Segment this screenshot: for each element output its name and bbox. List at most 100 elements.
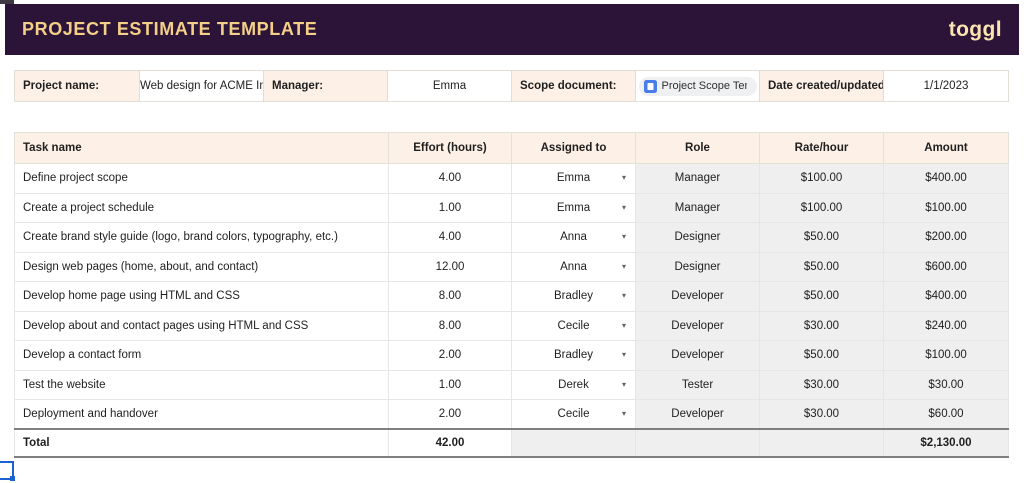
chevron-down-icon[interactable]: ▾ bbox=[622, 351, 626, 359]
chevron-down-icon[interactable]: ▾ bbox=[622, 322, 626, 330]
chevron-down-icon[interactable]: ▾ bbox=[622, 204, 626, 212]
rate-cell[interactable]: $30.00 bbox=[760, 311, 884, 341]
task-name-cell[interactable]: Develop a contact form bbox=[15, 341, 389, 371]
assignee-name: Anna bbox=[560, 231, 587, 243]
column-header-amount: Amount bbox=[884, 133, 1009, 164]
role-cell[interactable]: Developer bbox=[636, 400, 760, 430]
rate-cell[interactable]: $50.00 bbox=[760, 282, 884, 312]
task-name-cell[interactable]: Design web pages (home, about, and conta… bbox=[15, 252, 389, 282]
chevron-down-icon[interactable]: ▾ bbox=[622, 381, 626, 389]
table-row: Test the website 1.00 Derek ▾ Tester $30… bbox=[15, 370, 1009, 400]
rate-cell[interactable]: $50.00 bbox=[760, 341, 884, 371]
amount-cell[interactable]: $400.00 bbox=[884, 282, 1009, 312]
amount-cell[interactable]: $400.00 bbox=[884, 164, 1009, 194]
date-created-value[interactable]: 1/1/2023 bbox=[884, 71, 1009, 102]
task-name-cell[interactable]: Create brand style guide (logo, brand co… bbox=[15, 223, 389, 253]
amount-cell[interactable]: $60.00 bbox=[884, 400, 1009, 430]
assignee-cell[interactable]: Bradley ▾ bbox=[512, 282, 636, 312]
total-label-cell[interactable]: Total bbox=[15, 429, 389, 457]
scope-document-label: Scope document: bbox=[512, 71, 636, 102]
task-name-cell[interactable]: Create a project schedule bbox=[15, 193, 389, 223]
total-role-cell[interactable] bbox=[636, 429, 760, 457]
assignee-cell[interactable]: Cecile ▾ bbox=[512, 400, 636, 430]
role-cell[interactable]: Developer bbox=[636, 341, 760, 371]
chevron-down-icon[interactable]: ▾ bbox=[622, 292, 626, 300]
table-row: Create a project schedule 1.00 Emma ▾ Ma… bbox=[15, 193, 1009, 223]
rate-cell[interactable]: $100.00 bbox=[760, 193, 884, 223]
rate-cell[interactable]: $50.00 bbox=[760, 252, 884, 282]
role-cell[interactable]: Designer bbox=[636, 252, 760, 282]
active-cell-selection[interactable] bbox=[0, 461, 14, 480]
task-name-cell[interactable]: Develop about and contact pages using HT… bbox=[15, 311, 389, 341]
table-row: Develop about and contact pages using HT… bbox=[15, 311, 1009, 341]
assignee-cell[interactable]: Cecile ▾ bbox=[512, 311, 636, 341]
chevron-down-icon[interactable]: ▾ bbox=[622, 410, 626, 418]
assignee-name: Cecile bbox=[558, 320, 590, 332]
date-created-label: Date created/updated: bbox=[760, 71, 884, 102]
amount-cell[interactable]: $100.00 bbox=[884, 341, 1009, 371]
rate-cell[interactable]: $100.00 bbox=[760, 164, 884, 194]
chevron-down-icon[interactable]: ▾ bbox=[622, 263, 626, 271]
assignee-name: Anna bbox=[560, 261, 587, 273]
effort-cell[interactable]: 4.00 bbox=[389, 164, 512, 194]
manager-label: Manager: bbox=[264, 71, 388, 102]
role-cell[interactable]: Tester bbox=[636, 370, 760, 400]
task-name-cell[interactable]: Develop home page using HTML and CSS bbox=[15, 282, 389, 312]
assignee-name: Cecile bbox=[558, 408, 590, 420]
chevron-down-icon[interactable]: ▾ bbox=[622, 174, 626, 182]
assignee-name: Emma bbox=[557, 202, 590, 214]
total-assigned-cell[interactable] bbox=[512, 429, 636, 457]
effort-cell[interactable]: 8.00 bbox=[389, 282, 512, 312]
task-table-body: Define project scope 4.00 Emma ▾ Manager… bbox=[15, 164, 1009, 430]
effort-cell[interactable]: 2.00 bbox=[389, 400, 512, 430]
amount-cell[interactable]: $240.00 bbox=[884, 311, 1009, 341]
role-cell[interactable]: Developer bbox=[636, 311, 760, 341]
task-estimate-table: Task name Effort (hours) Assigned to Rol… bbox=[14, 132, 1009, 458]
table-row: Design web pages (home, about, and conta… bbox=[15, 252, 1009, 282]
assignee-cell[interactable]: Anna ▾ bbox=[512, 223, 636, 253]
effort-cell[interactable]: 8.00 bbox=[389, 311, 512, 341]
assignee-cell[interactable]: Derek ▾ bbox=[512, 370, 636, 400]
scope-document-chip-text: Project Scope Tem... bbox=[662, 80, 747, 92]
assignee-cell[interactable]: Anna ▾ bbox=[512, 252, 636, 282]
scope-document-cell[interactable]: Project Scope Tem... bbox=[636, 71, 760, 102]
title-banner: PROJECT ESTIMATE TEMPLATE toggl bbox=[5, 4, 1019, 55]
assignee-name: Bradley bbox=[554, 290, 593, 302]
amount-cell[interactable]: $600.00 bbox=[884, 252, 1009, 282]
amount-cell[interactable]: $100.00 bbox=[884, 193, 1009, 223]
selection-fill-handle[interactable] bbox=[10, 476, 15, 481]
table-row: Develop a contact form 2.00 Bradley ▾ De… bbox=[15, 341, 1009, 371]
assignee-cell[interactable]: Emma ▾ bbox=[512, 164, 636, 194]
project-name-value[interactable]: Web design for ACME Inc bbox=[140, 71, 264, 102]
task-name-cell[interactable]: Deployment and handover bbox=[15, 400, 389, 430]
rate-cell[interactable]: $30.00 bbox=[760, 370, 884, 400]
rate-cell[interactable]: $30.00 bbox=[760, 400, 884, 430]
role-cell[interactable]: Designer bbox=[636, 223, 760, 253]
assignee-cell[interactable]: Bradley ▾ bbox=[512, 341, 636, 371]
chevron-down-icon[interactable]: ▾ bbox=[622, 233, 626, 241]
task-name-cell[interactable]: Define project scope bbox=[15, 164, 389, 194]
scope-document-chip[interactable]: Project Scope Tem... bbox=[639, 77, 757, 96]
amount-cell[interactable]: $200.00 bbox=[884, 223, 1009, 253]
effort-cell[interactable]: 4.00 bbox=[389, 223, 512, 253]
total-amount-cell[interactable]: $2,130.00 bbox=[884, 429, 1009, 457]
total-rate-cell[interactable] bbox=[760, 429, 884, 457]
column-header-effort: Effort (hours) bbox=[389, 133, 512, 164]
amount-cell[interactable]: $30.00 bbox=[884, 370, 1009, 400]
role-cell[interactable]: Manager bbox=[636, 164, 760, 194]
assignee-name: Emma bbox=[557, 172, 590, 184]
effort-cell[interactable]: 12.00 bbox=[389, 252, 512, 282]
total-effort-cell[interactable]: 42.00 bbox=[389, 429, 512, 457]
effort-cell[interactable]: 2.00 bbox=[389, 341, 512, 371]
task-name-cell[interactable]: Test the website bbox=[15, 370, 389, 400]
role-cell[interactable]: Manager bbox=[636, 193, 760, 223]
table-row: Develop home page using HTML and CSS 8.0… bbox=[15, 282, 1009, 312]
role-cell[interactable]: Developer bbox=[636, 282, 760, 312]
assignee-name: Bradley bbox=[554, 349, 593, 361]
effort-cell[interactable]: 1.00 bbox=[389, 370, 512, 400]
rate-cell[interactable]: $50.00 bbox=[760, 223, 884, 253]
effort-cell[interactable]: 1.00 bbox=[389, 193, 512, 223]
table-row: Deployment and handover 2.00 Cecile ▾ De… bbox=[15, 400, 1009, 430]
manager-value[interactable]: Emma bbox=[388, 71, 512, 102]
assignee-cell[interactable]: Emma ▾ bbox=[512, 193, 636, 223]
